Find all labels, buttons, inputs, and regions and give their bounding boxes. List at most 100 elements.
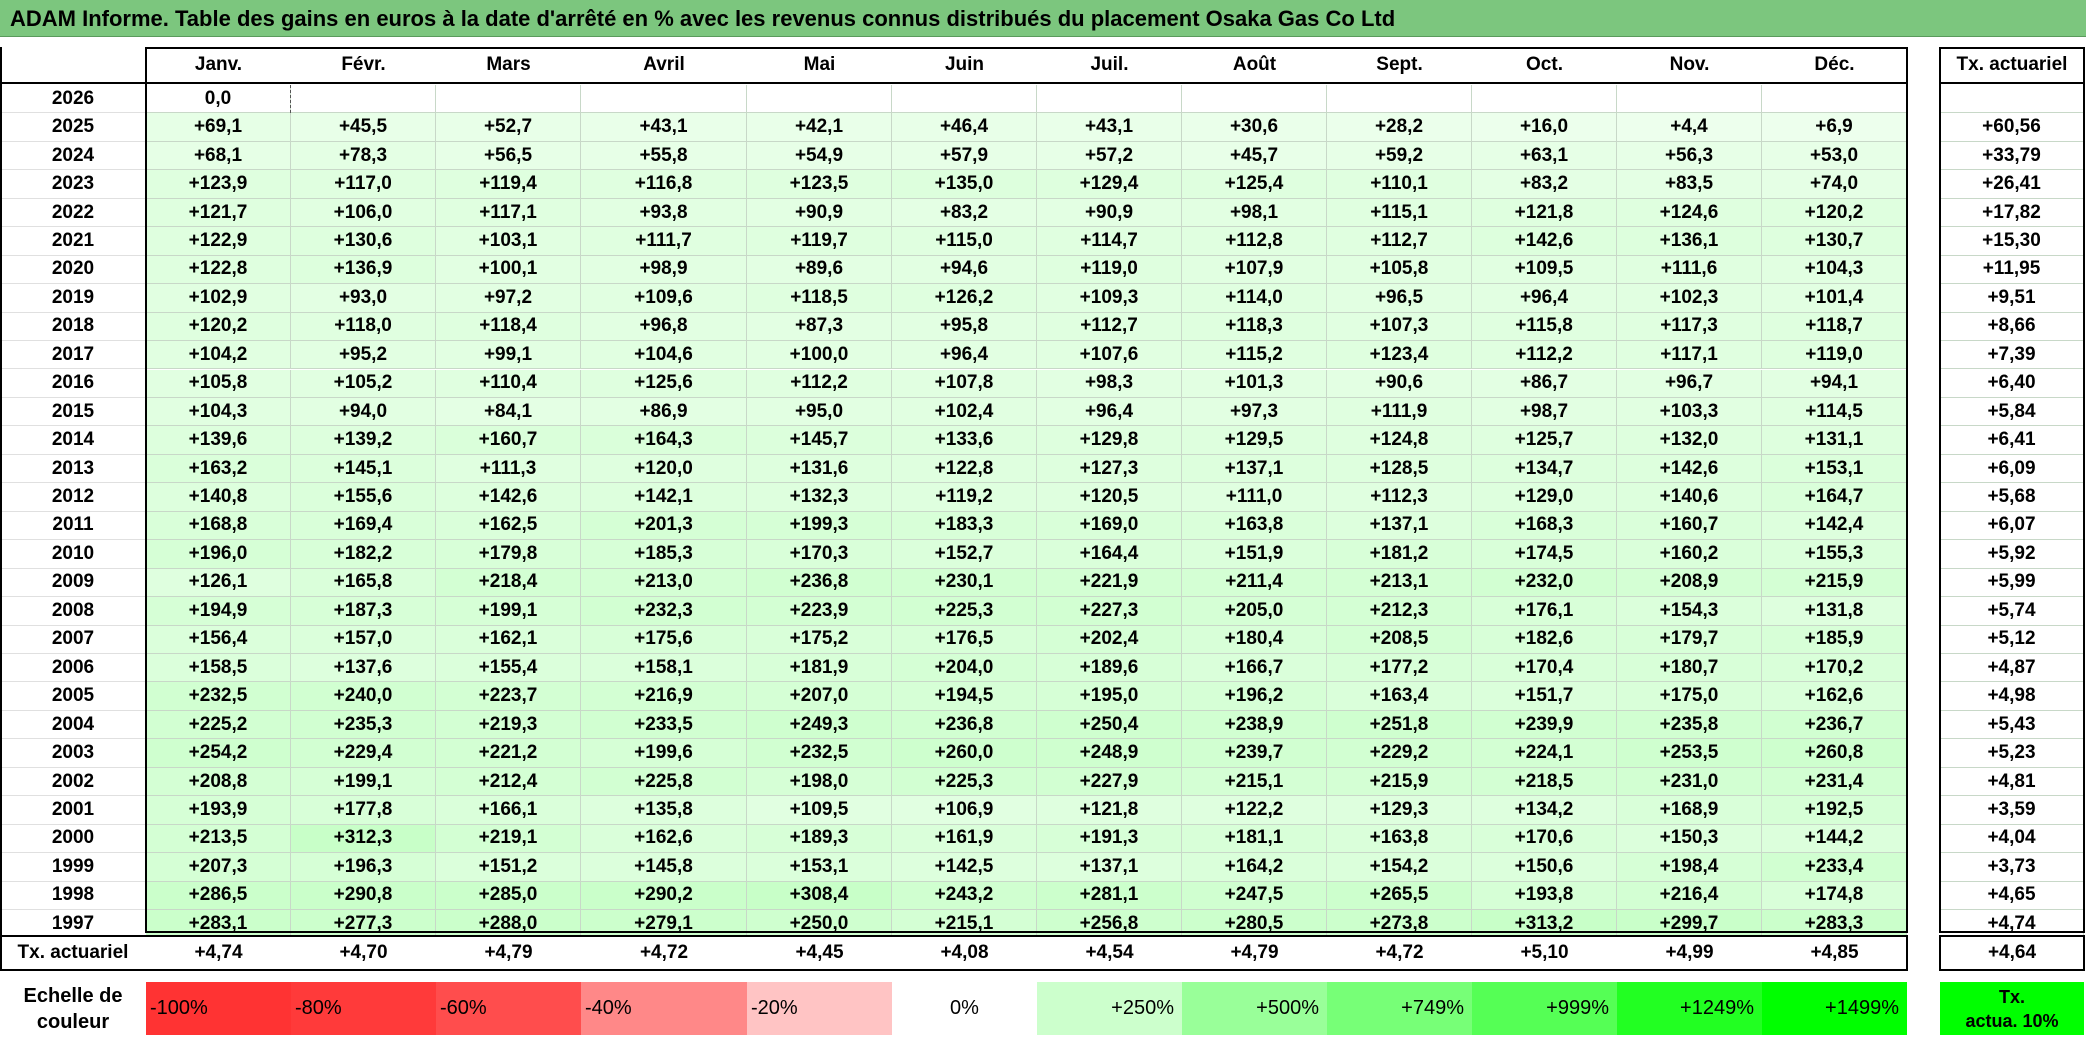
gain-cell: +154,3 — [1617, 597, 1762, 626]
gain-cell: +189,6 — [1037, 654, 1182, 683]
actuarial-rate-cell: +5,43 — [1940, 710, 2084, 740]
color-scale-step: +250% — [1037, 982, 1182, 1035]
year-label: 2018 — [0, 312, 146, 342]
gain-cell: +129,0 — [1472, 483, 1617, 512]
gain-cell: +131,1 — [1762, 426, 1907, 455]
gain-cell: +115,8 — [1472, 312, 1617, 342]
gain-cell: +111,7 — [581, 227, 747, 256]
gain-cell: +215,1 — [892, 910, 1037, 939]
gain-cell: +153,1 — [1762, 454, 1907, 484]
gain-cell: +133,6 — [892, 426, 1037, 455]
footer-actuarial-cell: +4,99 — [1617, 937, 1762, 969]
actuarial-rate-cell: +3,73 — [1940, 853, 2084, 882]
gain-cell: +204,0 — [892, 654, 1037, 683]
gain-cell: +104,6 — [581, 341, 747, 370]
gain-cell: +112,3 — [1327, 483, 1472, 512]
gain-cell: +151,9 — [1182, 540, 1327, 569]
gain-cell: +129,4 — [1037, 170, 1182, 199]
gain-cell: +288,0 — [436, 910, 581, 939]
footer-actuarial-cell: +4,45 — [747, 937, 892, 969]
gain-cell: +95,0 — [747, 397, 892, 427]
gain-cell: +198,0 — [747, 767, 892, 797]
gain-cell: +155,3 — [1762, 540, 1907, 569]
color-scale-step: -100% — [146, 982, 291, 1035]
gain-cell: +212,3 — [1327, 597, 1472, 626]
gain-cell: +103,1 — [436, 227, 581, 256]
gain-cell: +180,7 — [1617, 654, 1762, 683]
gain-cell: +239,7 — [1182, 739, 1327, 768]
gain-cell: +142,6 — [1617, 454, 1762, 484]
gain-cell: +89,6 — [747, 255, 892, 285]
year-label: 2009 — [0, 568, 146, 598]
gain-cell: +100,1 — [436, 255, 581, 285]
year-label: 1998 — [0, 881, 146, 911]
gain-cell: +187,3 — [291, 597, 436, 626]
gain-cell: +120,2 — [146, 312, 291, 342]
gain-cell: +136,1 — [1617, 227, 1762, 256]
gain-cell: +104,3 — [1762, 255, 1907, 285]
gain-cell: +110,1 — [1327, 170, 1472, 199]
gain-cell: +107,9 — [1182, 255, 1327, 285]
gain-cell: +86,7 — [1472, 369, 1617, 398]
gain-cell: +199,6 — [581, 739, 747, 768]
month-header: Déc. — [1814, 54, 1855, 75]
gain-cell: +181,2 — [1327, 540, 1472, 569]
gain-cell: +199,1 — [436, 597, 581, 626]
color-scale-step: 0% — [892, 982, 1037, 1035]
gain-cell: +119,7 — [747, 227, 892, 256]
gain-cell: +109,5 — [747, 796, 892, 825]
year-label: 2005 — [0, 682, 146, 711]
year-label: 2012 — [0, 483, 146, 512]
gain-cell: +130,7 — [1762, 227, 1907, 256]
gain-cell: +142,6 — [1472, 227, 1617, 256]
actuarial-legend-line1: Tx. — [1998, 986, 2025, 1007]
actuarial-legend-line2: actua. 10% — [1965, 1010, 2059, 1031]
gain-cell — [1617, 85, 1762, 114]
month-header: Avril — [643, 54, 685, 75]
gain-cell: +290,2 — [581, 881, 747, 911]
gain-cell: +120,2 — [1762, 198, 1907, 228]
gain-cell: +227,9 — [1037, 767, 1182, 797]
gain-cell: +260,0 — [892, 739, 1037, 768]
gain-cell: +156,4 — [146, 625, 291, 654]
actuarial-rate-cell: +6,41 — [1940, 426, 2084, 455]
gain-cell: +115,2 — [1182, 341, 1327, 370]
gain-cell — [1037, 85, 1182, 114]
year-label: 2014 — [0, 426, 146, 455]
gain-cell: +124,8 — [1327, 426, 1472, 455]
gain-cell: +201,3 — [581, 511, 747, 541]
gain-cell: +122,9 — [146, 227, 291, 256]
gain-cell — [291, 85, 436, 114]
gain-cell: +223,7 — [436, 682, 581, 711]
gain-cell: +125,6 — [581, 369, 747, 398]
gain-cell: +87,3 — [747, 312, 892, 342]
gain-cell: +136,9 — [291, 255, 436, 285]
year-header-separator — [0, 82, 146, 84]
gain-cell: +83,2 — [1472, 170, 1617, 199]
gain-cell: +164,3 — [581, 426, 747, 455]
gain-cell: +121,7 — [146, 198, 291, 228]
footer-actuarial-cell: +4,70 — [291, 937, 436, 969]
gain-cell: +176,5 — [892, 625, 1037, 654]
color-scale-step: +999% — [1472, 982, 1617, 1035]
gain-cell: +102,4 — [892, 397, 1037, 427]
actuarial-rate-cell: +60,56 — [1940, 113, 2084, 142]
gain-cell: +112,7 — [1037, 312, 1182, 342]
gain-cell: +213,0 — [581, 568, 747, 598]
gain-cell: +28,2 — [1327, 113, 1472, 142]
gain-cell: +196,3 — [291, 853, 436, 882]
gain-cell: +194,5 — [892, 682, 1037, 711]
actuarial-rate-cell: +7,39 — [1940, 341, 2084, 370]
gain-cell: +83,5 — [1617, 170, 1762, 199]
gain-cell: +90,9 — [1037, 198, 1182, 228]
gain-cell: +114,0 — [1182, 284, 1327, 313]
gains-table: Janv. Févr. Mars Avril Mai Juin Juil. Août Sept.… — [0, 0, 2086, 1037]
gain-cell: +105,8 — [1327, 255, 1472, 285]
gain-cell: +161,9 — [892, 824, 1037, 854]
gain-cell: +43,1 — [581, 113, 747, 142]
month-header: Nov. — [1669, 54, 1710, 75]
gain-cell: +207,0 — [747, 682, 892, 711]
year-label: 2006 — [0, 654, 146, 683]
gain-cell: +160,2 — [1617, 540, 1762, 569]
actuarial-rate-cell: +4,81 — [1940, 767, 2084, 797]
